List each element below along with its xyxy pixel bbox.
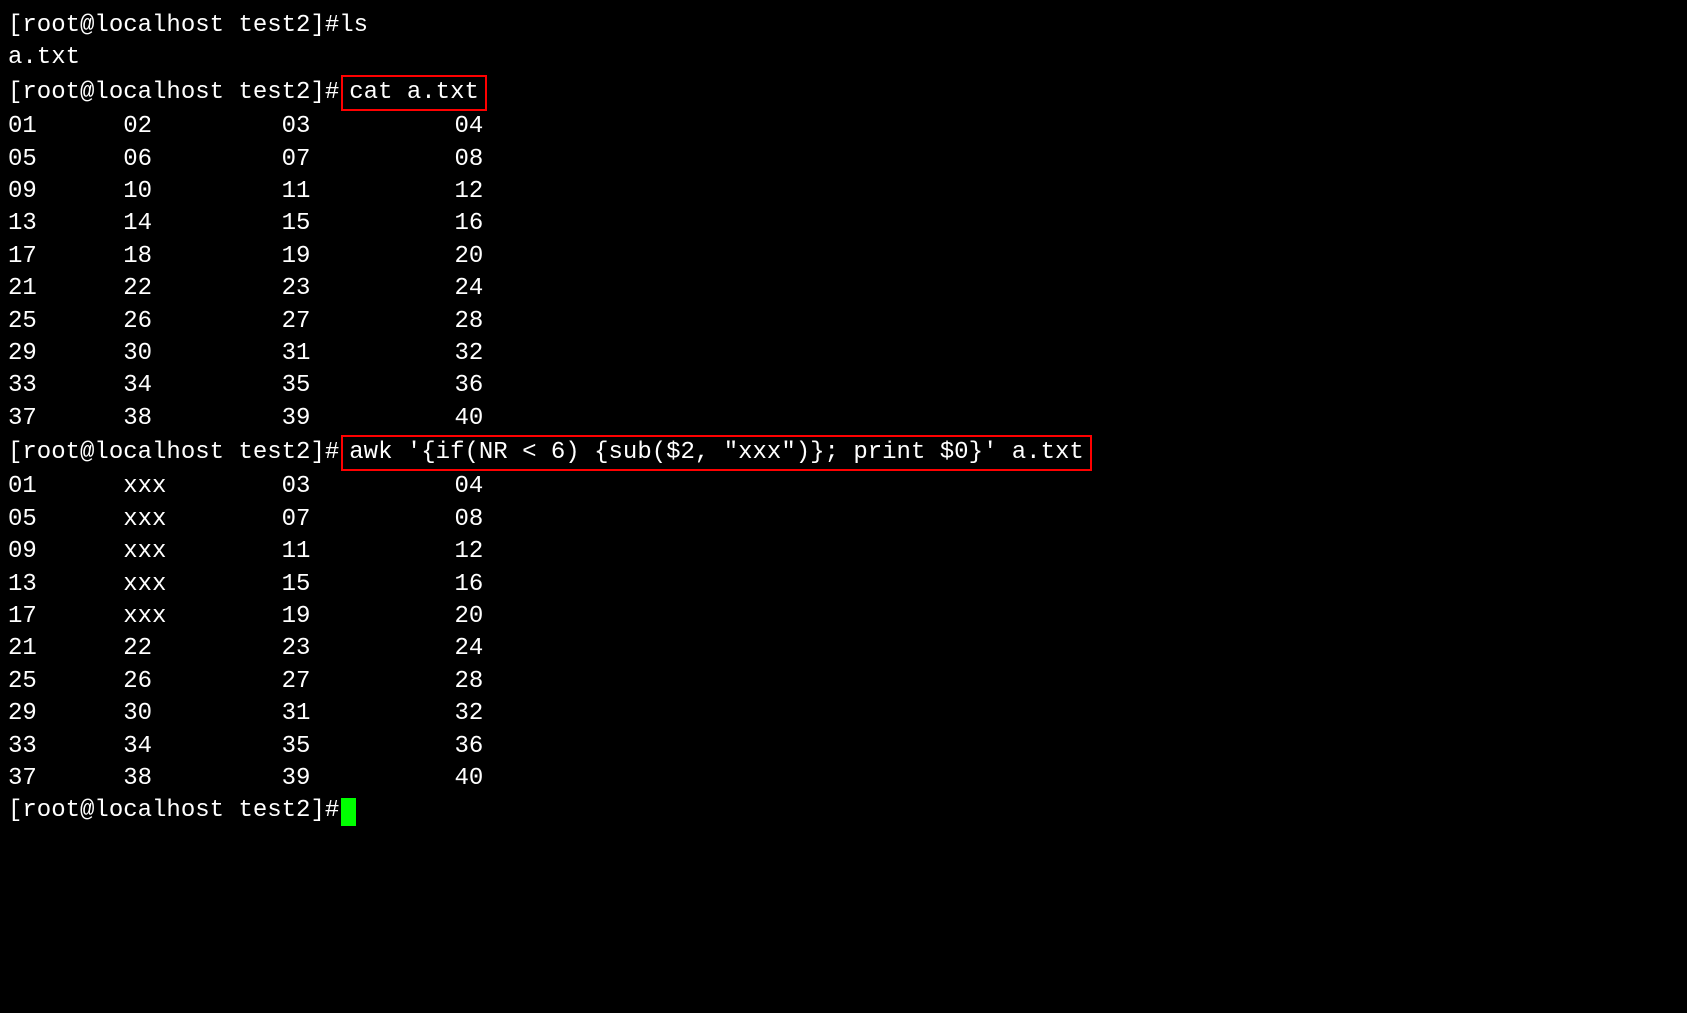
output-row: 37 38 39 40 xyxy=(8,763,1679,795)
terminal[interactable]: [root@localhost test2]# ls a.txt [root@l… xyxy=(8,10,1679,828)
command-line-cat: [root@localhost test2]# cat a.txt xyxy=(8,75,1679,111)
output-row: 29 30 31 32 xyxy=(8,338,1679,370)
cat-output: 01 02 03 0405 06 07 0809 10 11 1213 14 1… xyxy=(8,111,1679,435)
awk-output: 01 xxx 03 0405 xxx 07 0809 xxx 11 1213 x… xyxy=(8,471,1679,795)
output-row: 13 14 15 16 xyxy=(8,208,1679,240)
output-row: 21 22 23 24 xyxy=(8,273,1679,305)
command-line-awk: [root@localhost test2]# awk '{if(NR < 6)… xyxy=(8,435,1679,471)
prompt: [root@localhost test2]# xyxy=(8,795,339,827)
ls-output: a.txt xyxy=(8,42,1679,74)
highlighted-command-awk: awk '{if(NR < 6) {sub($2, "xxx")}; print… xyxy=(341,435,1092,471)
output-row: 05 xxx 07 08 xyxy=(8,504,1679,536)
output-row: 05 06 07 08 xyxy=(8,144,1679,176)
output-row: 17 xxx 19 20 xyxy=(8,601,1679,633)
output-row: 21 22 23 24 xyxy=(8,633,1679,665)
prompt: [root@localhost test2]# xyxy=(8,437,339,469)
command-line-cursor[interactable]: [root@localhost test2]# xyxy=(8,795,1679,827)
output-row: 01 xxx 03 04 xyxy=(8,471,1679,503)
output-row: 09 xxx 11 12 xyxy=(8,536,1679,568)
output-row: 25 26 27 28 xyxy=(8,666,1679,698)
output-row: 29 30 31 32 xyxy=(8,698,1679,730)
output-row: 09 10 11 12 xyxy=(8,176,1679,208)
output-row: 25 26 27 28 xyxy=(8,306,1679,338)
output-row: 37 38 39 40 xyxy=(8,403,1679,435)
output-row: 33 34 35 36 xyxy=(8,370,1679,402)
output-row: 17 18 19 20 xyxy=(8,241,1679,273)
output-row: 33 34 35 36 xyxy=(8,731,1679,763)
highlighted-command-cat: cat a.txt xyxy=(341,75,487,111)
cursor-icon xyxy=(341,798,356,826)
command-ls: ls xyxy=(339,10,368,42)
prompt: [root@localhost test2]# xyxy=(8,77,339,109)
output-row: 13 xxx 15 16 xyxy=(8,569,1679,601)
prompt: [root@localhost test2]# xyxy=(8,10,339,42)
output-row: 01 02 03 04 xyxy=(8,111,1679,143)
command-line-ls: [root@localhost test2]# ls xyxy=(8,10,1679,42)
